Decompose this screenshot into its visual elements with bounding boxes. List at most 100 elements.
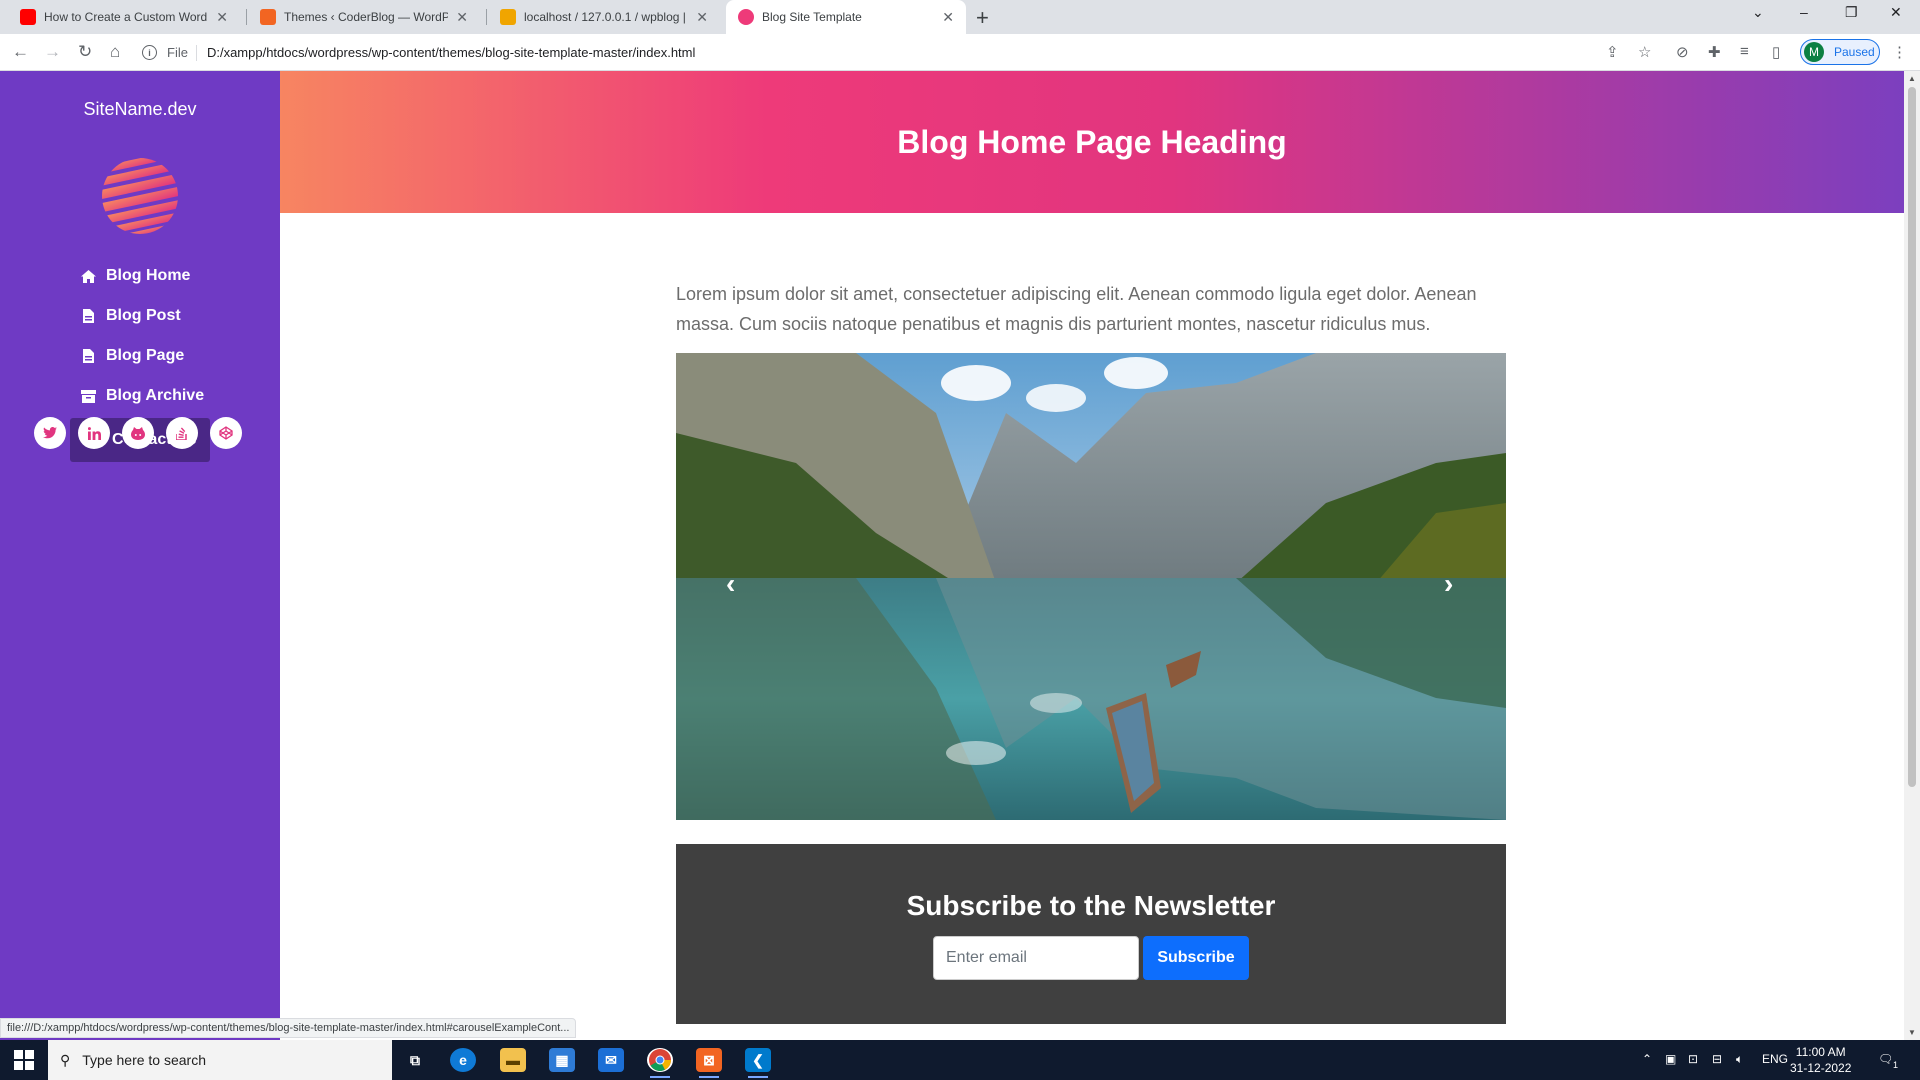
new-tab-icon[interactable]: + [976,5,989,31]
clock-date: 31-12-2022 [1790,1061,1852,1075]
mail-icon[interactable]: ✉ [598,1048,624,1072]
page-scrollbar[interactable]: ▲ ▼ [1904,71,1920,1040]
phpmyadmin-icon [500,9,516,25]
scrollbar-thumb[interactable] [1908,87,1916,787]
twitter-icon[interactable] [34,417,66,449]
sidebar-item-label: Blog Archive [106,387,205,404]
minimize-icon[interactable]: – [1800,4,1808,20]
network-icon[interactable]: ⊟ [1712,1052,1722,1066]
windows-start-icon[interactable] [14,1050,34,1070]
site-favicon-icon [738,9,754,25]
home-icon [80,269,96,283]
browser-tab[interactable]: localhost / 127.0.0.1 / wpblog | p ✕ [488,0,720,34]
intro-paragraph: Lorem ipsum dolor sit amet, consectetuer… [676,284,1477,334]
tab-divider [246,9,247,25]
edge-icon[interactable]: e [450,1048,476,1072]
browser-menu-icon[interactable]: ⋮ [1892,43,1907,61]
show-hidden-icons-icon[interactable]: ⌃ [1642,1052,1652,1066]
codepen-icon[interactable] [210,417,242,449]
site-info-icon[interactable]: i [142,45,157,60]
youtube-icon [20,9,36,25]
extensions-puzzle-icon[interactable]: ✚ [1708,43,1721,61]
device-icon[interactable]: ▣ [1665,1052,1676,1066]
task-view-icon[interactable]: ⧉ [402,1048,428,1072]
github-icon[interactable] [122,417,154,449]
microsoft-store-icon[interactable]: ▦ [549,1048,575,1072]
file-icon [80,349,96,363]
bookmark-star-icon[interactable]: ☆ [1638,43,1651,61]
close-tab-icon[interactable]: ✕ [942,9,954,26]
language-indicator[interactable]: ENG [1762,1052,1788,1066]
tab-divider [486,9,487,25]
forward-icon[interactable]: → [44,42,61,62]
notifications-icon[interactable]: 🗨︎ [1878,1052,1893,1066]
tab-title: Themes ‹ CoderBlog — WordPress [284,10,449,24]
tab-search-icon[interactable]: ⌄ [1752,4,1764,21]
close-window-icon[interactable]: ✕ [1890,4,1902,21]
scroll-down-icon[interactable]: ▼ [1908,1028,1916,1037]
close-tab-icon[interactable]: ✕ [696,9,708,26]
main-content: Lorem ipsum dolor sit amet, consectetuer… [676,279,1506,1024]
hero-banner: Blog Home Page Heading [280,71,1904,213]
side-panel-icon[interactable]: ▯ [1772,43,1780,61]
xampp-icon[interactable]: ⊠ [696,1048,722,1078]
linkedin-icon[interactable] [78,417,110,449]
page-title: Blog Home Page Heading [897,123,1287,160]
clock-time: 11:00 AM [1795,1045,1846,1059]
taskbar-search-placeholder: Type here to search [82,1052,207,1068]
chrome-icon[interactable] [647,1048,673,1078]
extension-compass-icon[interactable]: ⊘ [1676,43,1689,61]
sidebar-item-blog-archive[interactable]: Blog Archive [70,376,210,416]
carousel-slide-image [676,353,1506,820]
taskbar-search[interactable]: ⚲ Type here to search [48,1040,392,1080]
site-logo-icon [102,158,178,234]
browser-tab[interactable]: Themes ‹ CoderBlog — WordPress ✕ [248,0,480,34]
reading-list-icon[interactable]: ≡ [1740,43,1749,60]
reload-icon[interactable]: ↻ [78,42,92,62]
profile-button[interactable]: M Paused [1800,39,1880,65]
home-icon[interactable]: ⌂ [110,42,120,62]
volume-icon[interactable]: 🔈︎ [1736,1052,1743,1067]
sidebar-item-blog-post[interactable]: Blog Post [70,296,210,336]
browser-tab[interactable]: How to Create a Custom WordPress ✕ [8,0,240,34]
tab-title: localhost / 127.0.0.1 / wpblog | p [524,10,689,24]
subscribe-button[interactable]: Subscribe [1143,936,1249,980]
email-field[interactable] [933,936,1139,980]
close-tab-icon[interactable]: ✕ [216,9,228,26]
address-bar[interactable]: i File D:/xampp/htdocs/wordpress/wp-cont… [142,39,1592,66]
sidebar-item-blog-page[interactable]: Blog Page [70,336,210,376]
newsletter-section: Subscribe to the Newsletter Subscribe [676,844,1506,1024]
site-name[interactable]: SiteName.dev [0,99,280,120]
notification-count: 1 [1893,1060,1899,1070]
file-explorer-icon[interactable]: ▬ [500,1048,526,1072]
back-icon[interactable]: ← [12,42,29,62]
address-url[interactable]: D:/xampp/htdocs/wordpress/wp-content/the… [207,45,695,60]
file-icon [80,309,96,323]
sidebar-item-label: Blog Page [106,347,185,364]
vscode-icon[interactable]: ❮ [745,1048,771,1078]
chevron-left-icon[interactable]: ‹ [726,568,735,600]
link-status-bar: file:///D:/xampp/htdocs/wordpress/wp-con… [0,1018,577,1038]
page-viewport: SiteName.dev Blog Home Blog Post Blog Pa… [0,71,1904,1040]
share-icon[interactable]: ⇪ [1606,43,1619,61]
clock[interactable]: 11:00 AM 31-12-2022 [1790,1044,1851,1076]
avatar: M [1804,42,1824,62]
meet-now-icon[interactable]: ⊡ [1688,1052,1698,1066]
newsletter-form: Subscribe [676,936,1506,980]
browser-tab-active[interactable]: Blog Site Template ✕ [726,0,966,34]
stack-overflow-icon[interactable] [166,417,198,449]
tab-title: How to Create a Custom WordPress [44,10,208,24]
social-links [34,417,242,449]
sidebar-item-blog-home[interactable]: Blog Home [70,256,210,296]
chevron-right-icon[interactable]: › [1444,568,1453,600]
image-carousel[interactable]: ‹ › [676,353,1506,820]
search-icon: ⚲ [60,1051,71,1068]
sidebar-item-label: Blog Post [106,307,181,324]
close-tab-icon[interactable]: ✕ [456,9,468,26]
taskbar: ⚲ Type here to search ⧉ e ▬ ▦ ✉ ⊠ ❮ ⌃ ▣ … [0,1040,1920,1080]
sidebar: SiteName.dev Blog Home Blog Post Blog Pa… [0,71,280,1040]
archive-icon [80,389,96,403]
address-divider [195,44,197,61]
restore-icon[interactable]: ❐ [1845,4,1858,21]
scroll-up-icon[interactable]: ▲ [1908,74,1916,83]
